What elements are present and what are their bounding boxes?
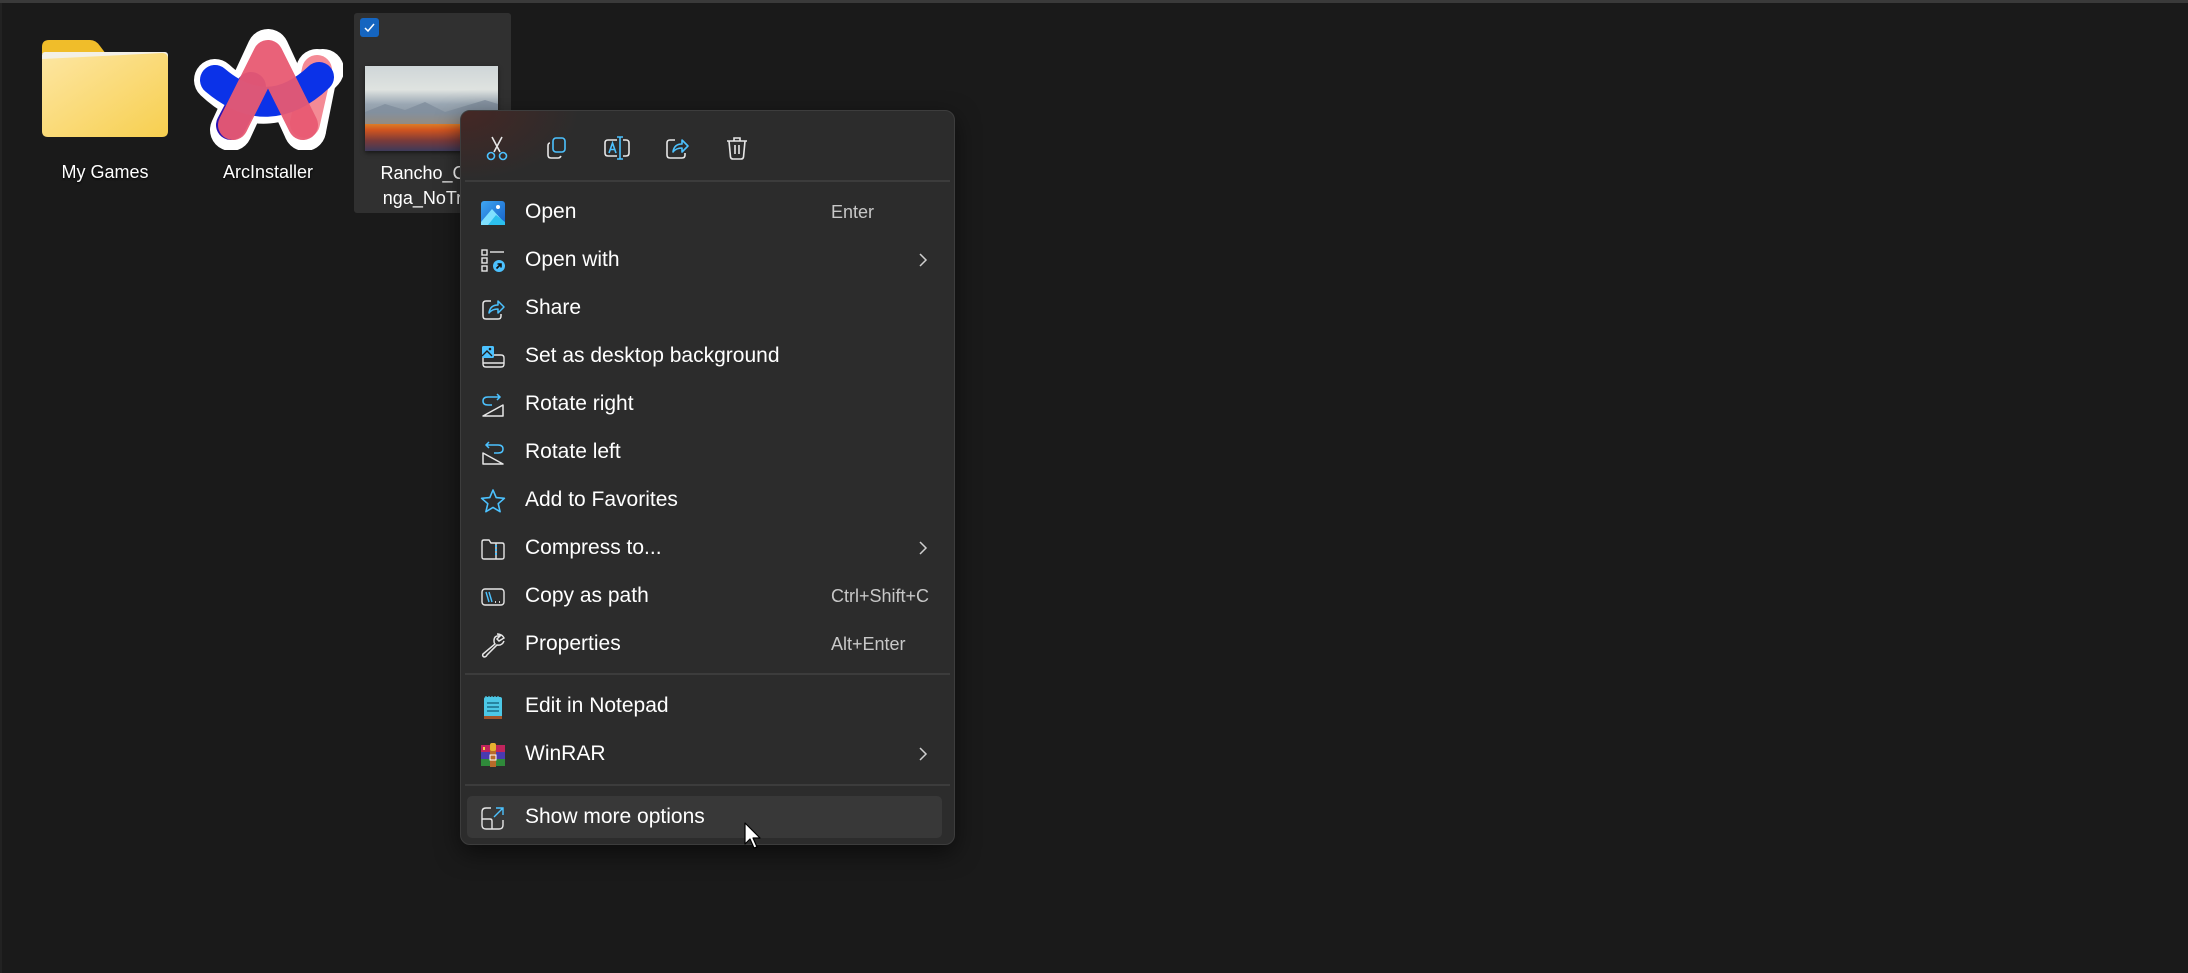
desktop-icon-label: My Games [61,162,149,182]
chevron-right-icon [919,541,928,555]
delete-button[interactable] [717,128,757,168]
photos-icon [481,201,505,225]
menu-item-label: Properties [525,632,621,655]
chevron-right-icon [919,253,928,267]
menu-item-edit-in-notepad[interactable]: Edit in Notepad [467,685,942,727]
menu-separator [465,784,950,786]
rename-button[interactable] [597,128,637,168]
menu-item-compress-to[interactable]: Compress to... [467,527,942,569]
menu-item-label: Copy as path [525,584,649,607]
folder-icon [42,40,168,137]
menu-item-set-desktop-background[interactable]: Set as desktop background [467,335,942,377]
chevron-right-icon [919,747,928,761]
copy-icon [547,137,566,159]
menu-item-open-with[interactable]: Open with [467,239,942,281]
rotate-left-icon [482,441,504,465]
delete-icon [727,137,747,160]
share-icon [666,139,689,159]
cut-button[interactable] [477,128,517,168]
menu-item-label: Open [525,200,577,223]
menu-item-label: Show more options [525,805,705,828]
context-menu-toolbar [461,111,954,181]
notepad-icon [484,696,502,719]
menu-item-label: Set as desktop background [525,344,780,367]
menu-item-shortcut: Alt+Enter [831,634,906,654]
menu-item-open[interactable]: Open Enter [467,191,942,233]
rename-icon [604,136,630,160]
menu-item-label: Edit in Notepad [525,694,669,717]
mouse-cursor-icon [744,822,761,849]
desktop-icon-my-games[interactable]: My Games [30,30,180,190]
menu-item-label: Rotate right [525,392,634,415]
menu-item-shortcut: Enter [831,202,875,222]
cut-icon [486,136,508,161]
selection-checkbox[interactable] [360,18,379,37]
menu-item-properties[interactable]: Properties Alt+Enter [467,623,942,665]
menu-item-label: Share [525,296,582,319]
share-button[interactable] [657,128,697,168]
desktop-background-icon [481,346,505,368]
menu-item-label: Compress to... [525,536,662,559]
menu-item-show-more-options[interactable]: Show more options [467,796,942,838]
star-icon [480,489,506,513]
wrench-icon [481,633,505,658]
context-menu: Open Enter Open with Share Set as deskto… [460,110,955,845]
arc-browser-icon [194,29,343,150]
checkmark-icon [364,23,375,33]
menu-item-label: Add to Favorites [525,488,678,511]
show-more-icon [481,807,504,830]
left-edge [0,3,2,973]
menu-item-copy-as-path[interactable]: Copy as path Ctrl+Shift+C [467,575,942,617]
menu-item-rotate-left[interactable]: Rotate left [467,431,942,473]
copy-path-icon [481,588,505,606]
menu-item-rotate-right[interactable]: Rotate right [467,383,942,425]
menu-item-shortcut: Ctrl+Shift+C [831,586,930,606]
menu-item-label: Rotate left [525,440,621,463]
winrar-icon [481,743,505,767]
menu-separator [465,180,950,182]
rotate-right-icon [482,393,504,417]
menu-item-share[interactable]: Share [467,287,942,329]
desktop-icon-arcinstaller[interactable]: ArcInstaller [193,25,343,190]
open-with-icon [481,249,505,272]
menu-item-label: WinRAR [525,742,606,765]
menu-item-add-to-favorites[interactable]: Add to Favorites [467,479,942,521]
top-edge-bar [0,0,2188,3]
menu-separator [465,673,950,675]
desktop-icon-label: ArcInstaller [222,162,314,182]
copy-button[interactable] [537,128,577,168]
menu-item-label: Open with [525,248,620,271]
menu-item-winrar[interactable]: WinRAR [467,733,942,775]
share-icon [482,300,505,320]
zip-folder-icon [481,539,505,560]
